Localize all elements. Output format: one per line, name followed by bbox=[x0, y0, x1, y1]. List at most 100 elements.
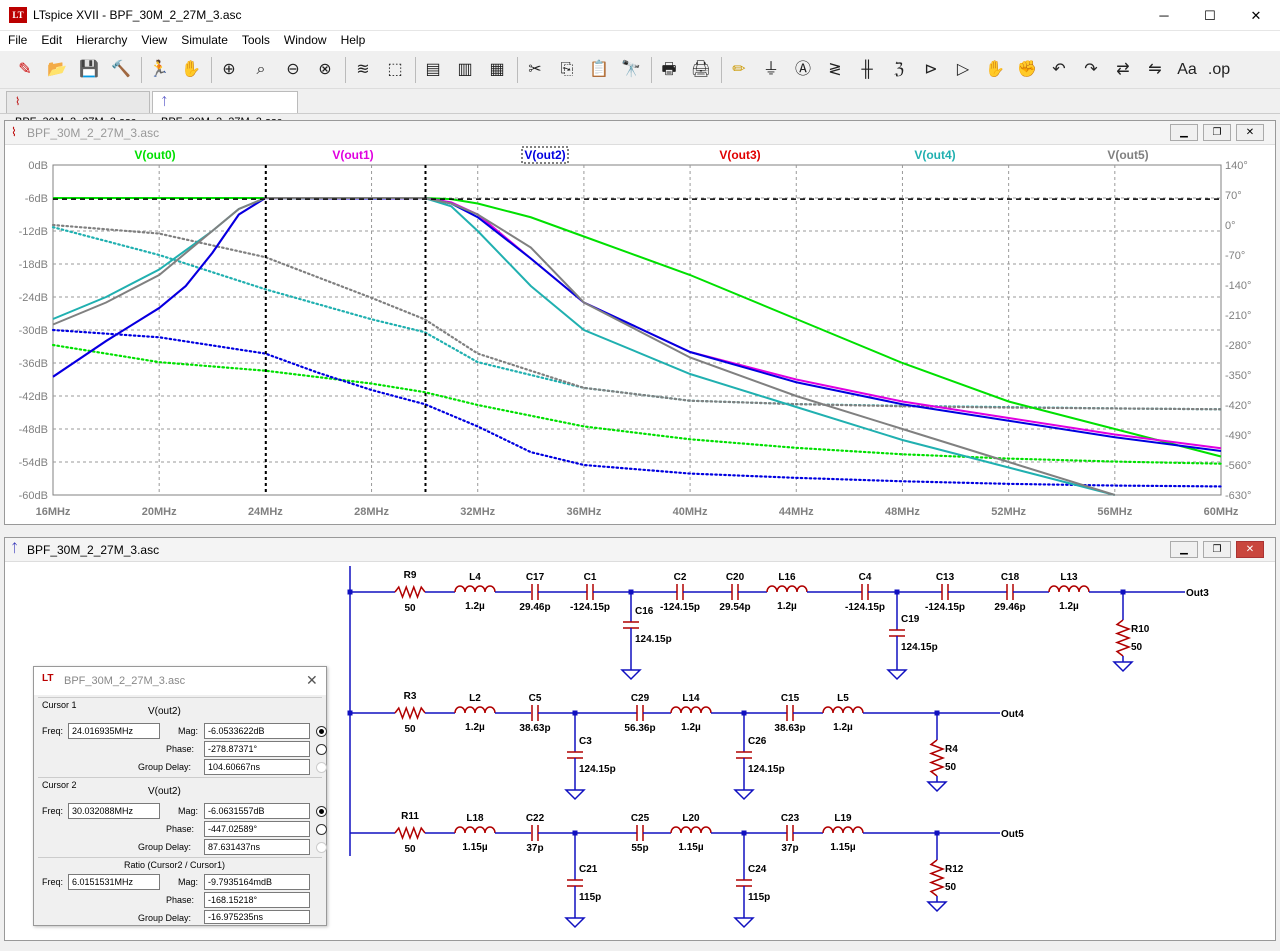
cursor1-group-delay-radio[interactable] bbox=[316, 762, 327, 773]
find-icon[interactable]: 🔭 bbox=[618, 57, 644, 83]
cascade-icon[interactable]: ▥ bbox=[452, 57, 478, 83]
inductor-l14[interactable] bbox=[670, 706, 712, 714]
capacitor-icon[interactable]: ╫ bbox=[854, 57, 880, 83]
resistor-r4[interactable] bbox=[928, 739, 946, 777]
paste-icon[interactable]: 📋 bbox=[586, 57, 612, 83]
mirror-icon[interactable]: ⇋ bbox=[1142, 57, 1168, 83]
inductor-l4[interactable] bbox=[454, 585, 496, 593]
pick-visible-traces-icon[interactable]: ⬚ bbox=[382, 57, 408, 83]
drag-icon[interactable]: ✊ bbox=[1014, 57, 1040, 83]
cursor2-group-delay-radio[interactable] bbox=[316, 842, 327, 853]
halt-icon[interactable]: ✋ bbox=[178, 57, 204, 83]
trace-legend-vout3[interactable]: V(out3) bbox=[719, 148, 760, 162]
resistor-r3[interactable] bbox=[394, 705, 426, 721]
inductor-icon[interactable]: ℨ bbox=[886, 57, 912, 83]
diode-icon[interactable]: ⊳ bbox=[918, 57, 944, 83]
autorange-icon[interactable]: ≋ bbox=[350, 57, 376, 83]
tile-icon[interactable]: ▤ bbox=[420, 57, 446, 83]
waveform-minimize-button[interactable]: ▁ bbox=[1170, 124, 1198, 141]
waveform-close-button[interactable]: ✕ bbox=[1236, 124, 1264, 141]
dialog-close-button[interactable]: ✕ bbox=[306, 672, 318, 689]
waveform-restore-button[interactable]: ❐ bbox=[1203, 124, 1231, 141]
trace-legend-vout2[interactable]: V(out2) bbox=[524, 148, 565, 162]
trace-legend-vout5[interactable]: V(out5) bbox=[1107, 148, 1148, 162]
control-panel-icon[interactable]: 🔨 bbox=[108, 57, 134, 83]
cursor2-freq-field[interactable]: 30.032088MHz bbox=[68, 803, 160, 819]
label-net-icon[interactable]: Ⓐ bbox=[790, 57, 816, 83]
menu-file[interactable]: File bbox=[0, 31, 33, 47]
schematic-icon: ᛏ bbox=[161, 96, 168, 108]
x-tick-label: 60MHz bbox=[1204, 506, 1239, 518]
open-icon[interactable]: 📂 bbox=[44, 57, 70, 83]
value-c21: 115p bbox=[579, 892, 601, 903]
inductor-l19[interactable] bbox=[822, 826, 864, 834]
value-c19: 124.15p bbox=[901, 642, 938, 653]
schematic-close-button[interactable]: ✕ bbox=[1236, 541, 1264, 558]
minimize-button[interactable]: ─ bbox=[1141, 0, 1187, 31]
value-c1: -124.15p bbox=[570, 602, 610, 613]
menu-edit[interactable]: Edit bbox=[33, 31, 68, 47]
move-icon[interactable]: ✋ bbox=[982, 57, 1008, 83]
print-setup-icon[interactable]: 🖨 bbox=[688, 57, 714, 83]
menu-simulate[interactable]: Simulate bbox=[173, 31, 234, 47]
resistor-icon[interactable]: ≷ bbox=[822, 57, 848, 83]
inductor-l5[interactable] bbox=[822, 706, 864, 714]
maximize-button[interactable]: ☐ bbox=[1187, 0, 1233, 31]
cursor1-mag-radio[interactable] bbox=[316, 726, 327, 737]
component-icon[interactable]: ▷ bbox=[950, 57, 976, 83]
resistor-r10[interactable] bbox=[1114, 619, 1132, 657]
cursor2-phase-radio[interactable] bbox=[316, 824, 327, 835]
menu-hierarchy[interactable]: Hierarchy bbox=[68, 31, 133, 47]
run-icon[interactable]: 🏃 bbox=[146, 57, 172, 83]
schematic-restore-button[interactable]: ❐ bbox=[1203, 541, 1231, 558]
draw-wire-icon[interactable]: ✏ bbox=[726, 57, 752, 83]
resistor-r11[interactable] bbox=[394, 825, 426, 841]
save-icon[interactable]: 💾 bbox=[76, 57, 102, 83]
trace-legend-vout0[interactable]: V(out0) bbox=[134, 148, 175, 162]
label-c22: C22 bbox=[526, 813, 545, 824]
zoom-cancel-icon[interactable]: ⊗ bbox=[312, 57, 338, 83]
copy-icon[interactable]: ⎘ bbox=[554, 57, 580, 83]
x-tick-label: 48MHz bbox=[885, 506, 920, 518]
redo-icon[interactable]: ↷ bbox=[1078, 57, 1104, 83]
waveform-plot[interactable]: 16MHz 20MHz 24MHz 28MHz 32MHz 36MHz 40MHz 44MHz… bbox=[5, 145, 1275, 524]
schematic-minimize-button[interactable]: ▁ bbox=[1170, 541, 1198, 558]
label-c17: C17 bbox=[526, 572, 545, 583]
cursor1-freq-field[interactable]: 24.016935MHz bbox=[68, 723, 160, 739]
value-l2: 1.2µ bbox=[465, 722, 485, 733]
menu-window[interactable]: Window bbox=[276, 31, 333, 47]
menu-view[interactable]: View bbox=[133, 31, 173, 47]
cursor2-mag-radio[interactable] bbox=[316, 806, 327, 817]
spice-directive-icon[interactable]: .op bbox=[1206, 57, 1232, 83]
value-c16: 124.15p bbox=[635, 634, 672, 645]
inductor-l13[interactable] bbox=[1048, 585, 1090, 593]
text-icon[interactable]: Aa bbox=[1174, 57, 1200, 83]
print-icon[interactable]: 🖶 bbox=[656, 57, 682, 83]
close-all-icon[interactable]: ▦ bbox=[484, 57, 510, 83]
tab-waveform[interactable]: ⌇ BPF_30M_2_27M_3.asc bbox=[6, 91, 150, 128]
tab-schematic[interactable]: ᛏ BPF_30M_2_27M_3.asc bbox=[152, 91, 298, 128]
value-l19: 1.15µ bbox=[830, 842, 855, 853]
cursor1-phase-radio[interactable] bbox=[316, 744, 327, 755]
inductor-l2[interactable] bbox=[454, 706, 496, 714]
cut-icon[interactable]: ✂ bbox=[522, 57, 548, 83]
zoom-out-icon[interactable]: ⊖ bbox=[280, 57, 306, 83]
resistor-r12[interactable] bbox=[928, 859, 946, 897]
trace-legend-vout4[interactable]: V(out4) bbox=[914, 148, 955, 162]
close-window-button[interactable]: ✕ bbox=[1233, 0, 1279, 31]
rotate-icon[interactable]: ⇄ bbox=[1110, 57, 1136, 83]
zoom-full-icon[interactable]: ⌕ bbox=[248, 57, 274, 83]
new-schematic-icon[interactable]: ✎ bbox=[12, 57, 38, 83]
ground-icon[interactable]: ⏚ bbox=[758, 57, 784, 83]
zoom-in-icon[interactable]: ⊕ bbox=[216, 57, 242, 83]
y-tick-label: -6dB bbox=[25, 193, 48, 205]
label-r10: R10 bbox=[1131, 624, 1150, 635]
undo-icon[interactable]: ↶ bbox=[1046, 57, 1072, 83]
inductor-l18[interactable] bbox=[454, 826, 496, 834]
inductor-l16[interactable] bbox=[766, 585, 808, 593]
inductor-l20[interactable] bbox=[670, 826, 712, 834]
resistor-r9[interactable] bbox=[394, 584, 426, 600]
trace-legend-vout1[interactable]: V(out1) bbox=[332, 148, 373, 162]
menu-help[interactable]: Help bbox=[333, 31, 372, 47]
menu-tools[interactable]: Tools bbox=[234, 31, 276, 47]
